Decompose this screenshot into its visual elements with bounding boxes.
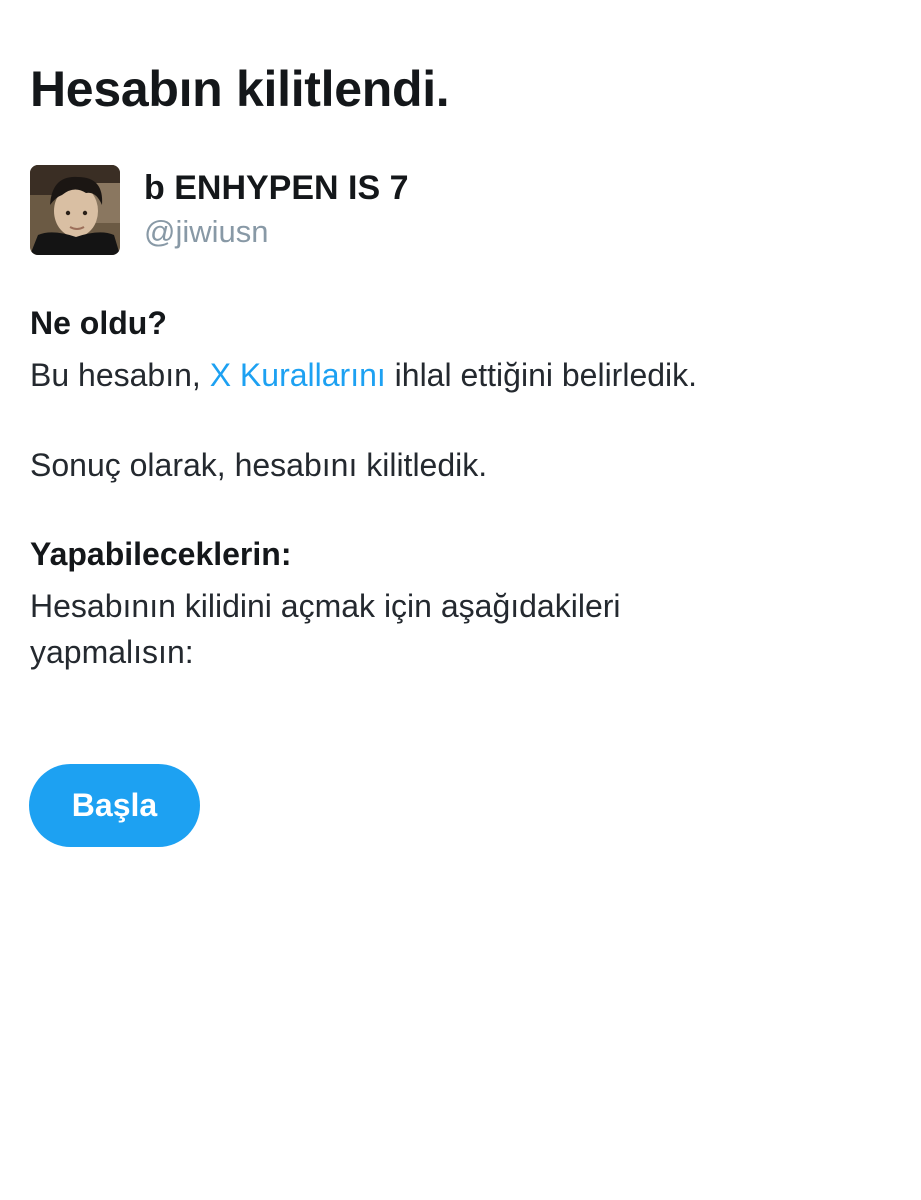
- result-text: Sonuç olarak, hesabını kilitledik.: [30, 447, 488, 483]
- violation-text-end: ihlal ettiğini belirledik.: [385, 357, 698, 393]
- instructions-text: Hesabının kilidini açmak için aşağıdakil…: [30, 588, 621, 670]
- violation-text-start: Bu hesabın,: [30, 357, 210, 393]
- profile-photo-icon: [30, 165, 120, 255]
- start-button[interactable]: Başla: [29, 764, 200, 847]
- what-happened-heading: Ne oldu?: [30, 305, 167, 341]
- page-title: Hesabın kilitlendi.: [30, 61, 450, 117]
- what-you-can-do-heading: Yapabileceklerin:: [30, 536, 292, 572]
- account-card: b ENHYPEN IS 7 @jiwiusn: [30, 165, 409, 255]
- violation-text: Bu hesabın, X Kurallarını ihlal ettiğini…: [30, 352, 890, 398]
- display-name: b ENHYPEN IS 7: [144, 169, 409, 207]
- avatar: [30, 165, 120, 255]
- account-handle: @jiwiusn: [144, 214, 269, 249]
- x-rules-link[interactable]: X Kurallarını: [210, 357, 386, 393]
